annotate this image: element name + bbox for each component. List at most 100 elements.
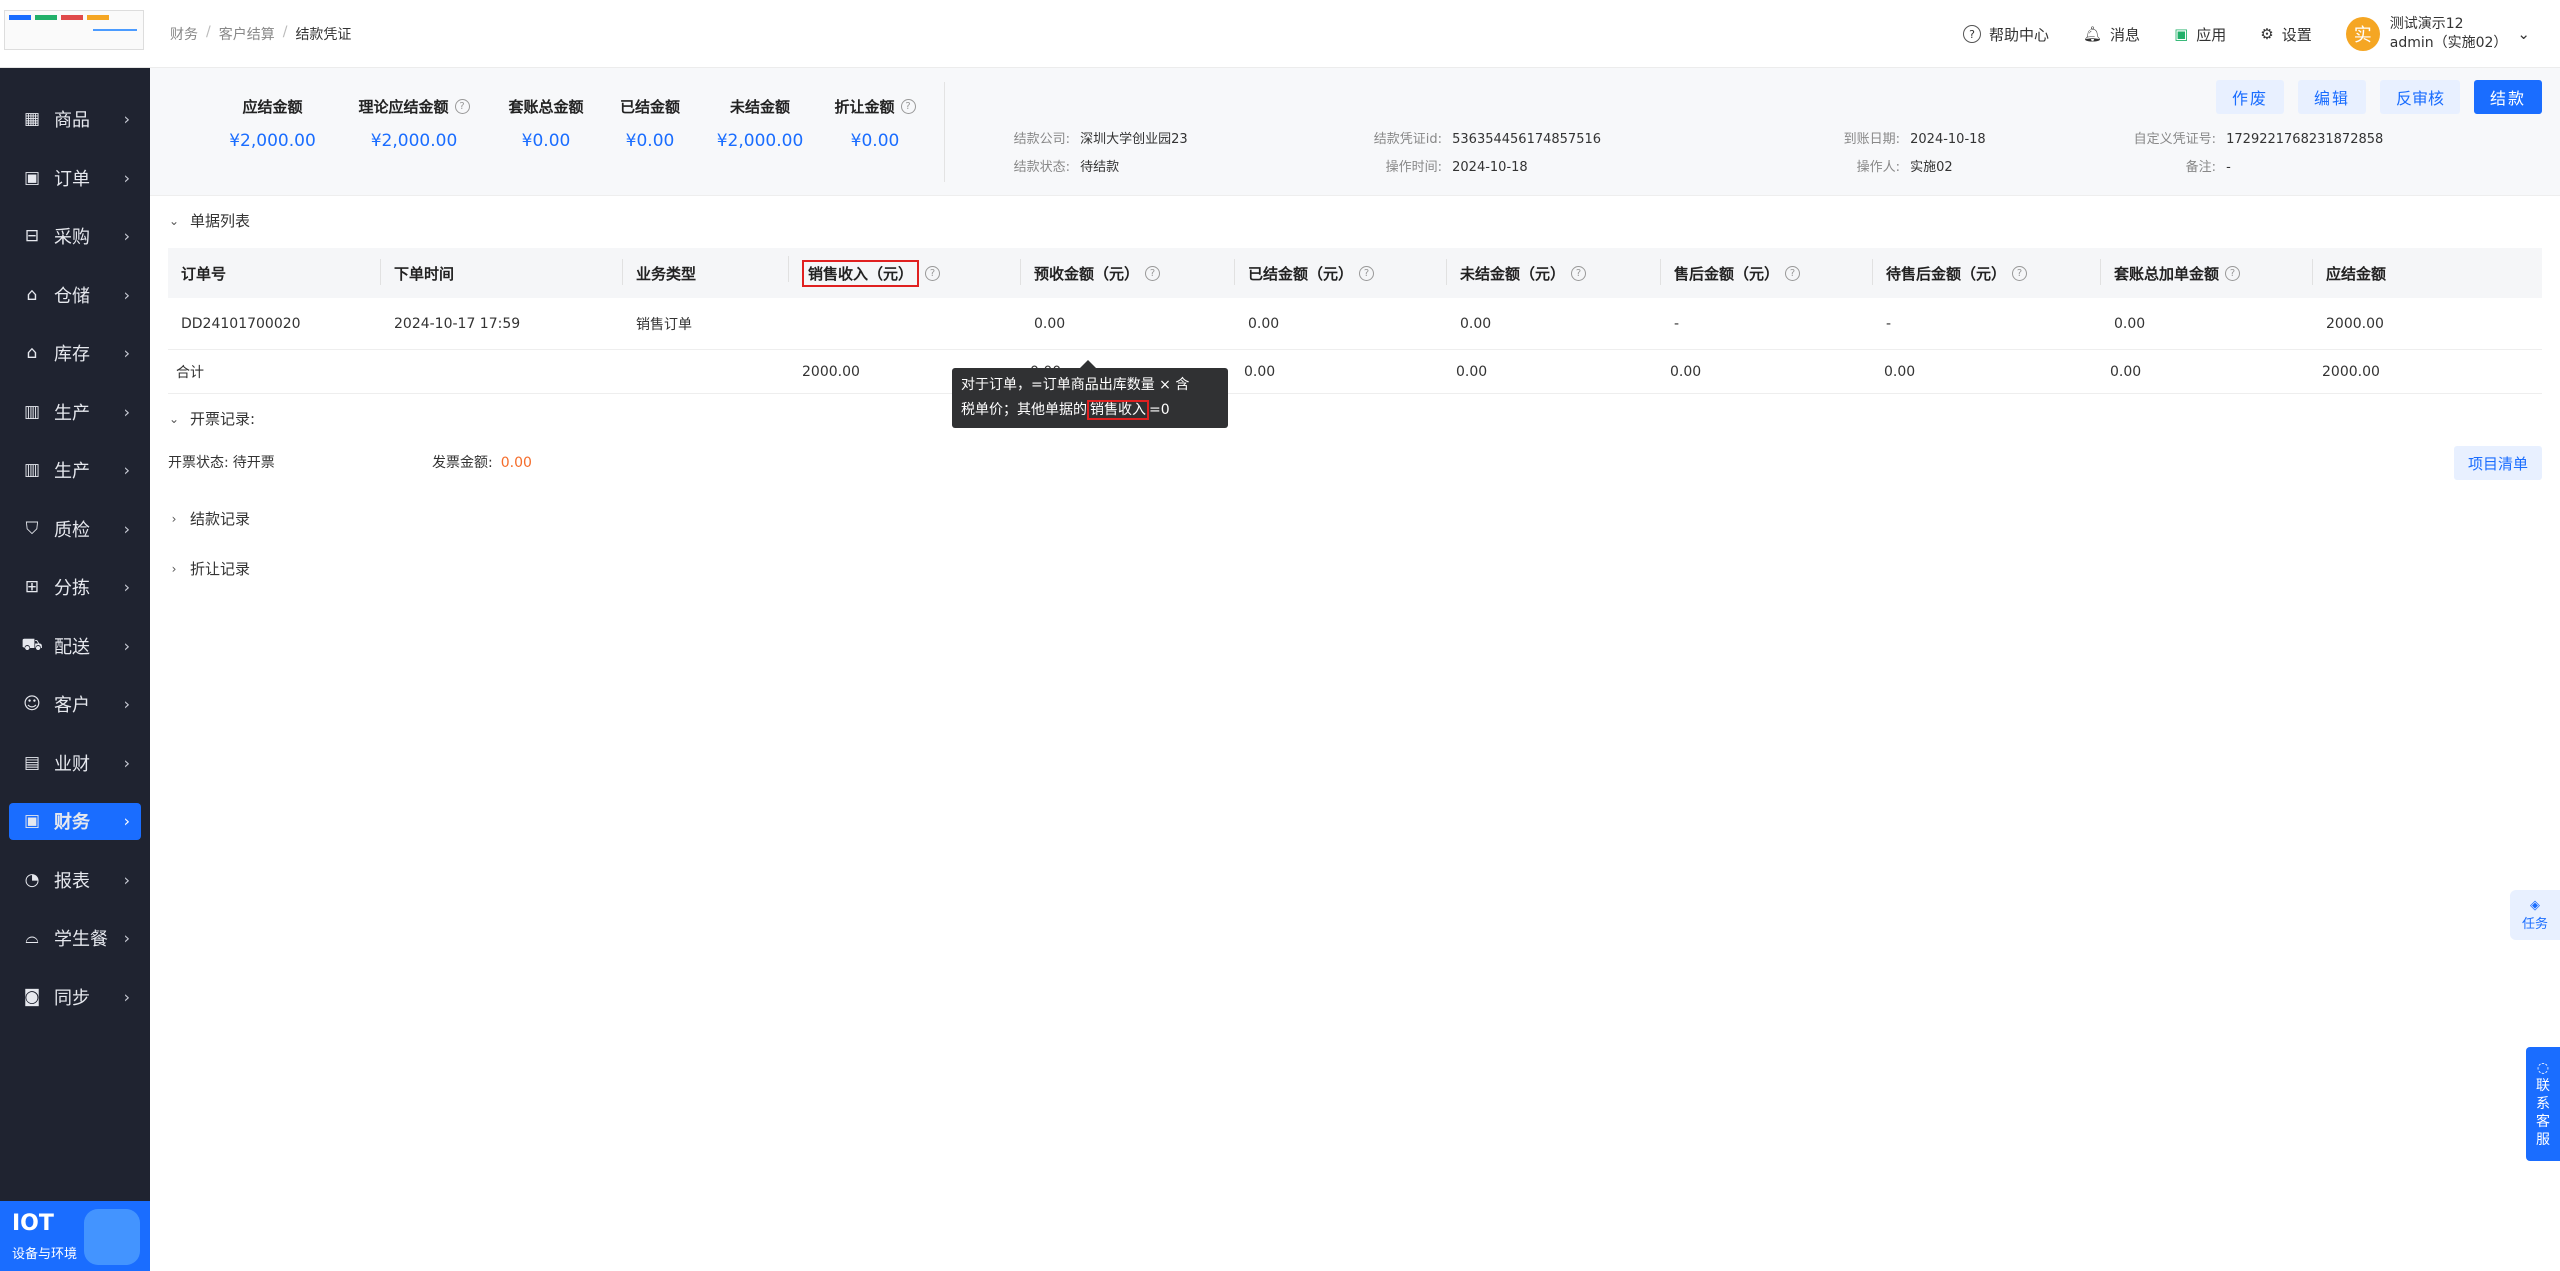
invoice-toggle[interactable]: ⌄ 开票记录:	[168, 408, 255, 429]
sidebar-item-business-finance[interactable]: ▤ 业财 ›	[0, 734, 150, 793]
settle-records-toggle[interactable]: › 结款记录	[168, 508, 250, 529]
sidebar-item-purchase[interactable]: ⊟ 采购 ›	[0, 207, 150, 266]
invoice-status: 开票状态: 待开票	[168, 455, 275, 471]
sidebar-item-production[interactable]: ▥ 生产 ›	[0, 383, 150, 442]
help-center-label: 帮助中心	[1988, 25, 2049, 44]
sidebar-item-sync[interactable]: ◙ 同步 ›	[0, 968, 150, 1027]
help-icon[interactable]: ?	[1571, 265, 1587, 281]
inventory-icon: ⌂	[26, 343, 38, 364]
help-icon[interactable]: ?	[1785, 265, 1801, 281]
breadcrumb-separator: /	[282, 24, 288, 40]
sidebar-item-label: 学生餐	[54, 929, 108, 951]
breadcrumb-customer-settlement[interactable]: 客户结算	[219, 24, 275, 44]
help-icon[interactable]: ?	[2012, 265, 2028, 281]
cell-settled: 0.00	[1248, 315, 1280, 332]
chevron-right-icon: ›	[123, 402, 130, 422]
help-center-button[interactable]: ? 帮助中心	[1962, 24, 2049, 45]
sidebar-item-reports[interactable]: ◔ 报表 ›	[0, 851, 150, 910]
cell-pending-after-sale: -	[1886, 315, 1892, 332]
sidebar-item-orders[interactable]: ▣ 订单 ›	[0, 149, 150, 208]
warehouse-icon: ⌂	[26, 284, 38, 305]
service-char: 服	[2536, 1132, 2550, 1148]
chevron-down-icon: ⌄	[168, 213, 180, 228]
task-float-button[interactable]: ◈ 任务	[2510, 890, 2560, 940]
help-icon[interactable]: ?	[1359, 265, 1375, 281]
breadcrumb-current: 结款凭证	[295, 27, 352, 43]
apps-icon: ▣	[2174, 25, 2189, 43]
sidebar-item-warehouse[interactable]: ⌂ 仓储 ›	[0, 266, 150, 325]
sidebar-item-label: 商品	[54, 110, 90, 132]
sidebar-item-quality[interactable]: ⛉ 质检 ›	[0, 500, 150, 559]
highlight-box: 销售收入（元）	[802, 259, 920, 287]
unapprove-button[interactable]: 反审核	[2379, 80, 2460, 114]
sidebar-item-label: 采购	[54, 227, 90, 249]
total-label: 合计	[176, 364, 204, 381]
sidebar-item-finance[interactable]: ▣ 财务 ›	[0, 792, 150, 851]
settings-label: 设置	[2281, 25, 2312, 44]
info-custom-voucher: 自定义凭证号: 1729221768231872858	[2133, 132, 2384, 147]
sidebar-item-student-meal[interactable]: ⌓ 学生餐 ›	[0, 909, 150, 968]
col-business-type: 业务类型	[622, 258, 802, 285]
help-icon: ?	[1962, 25, 1981, 43]
edit-button[interactable]: 编辑	[2297, 80, 2366, 114]
settle-records-title: 结款记录	[190, 510, 251, 528]
total-unsettled: 0.00	[1456, 363, 1488, 380]
user-icon: ☺	[23, 694, 41, 715]
cell-ledger-add: 0.00	[2114, 315, 2146, 332]
doc-list-toggle[interactable]: ⌄ 单据列表	[168, 210, 250, 231]
sidebar-nav: ▦ 商品 › ▣ 订单 › ⊟ 采购 › ⌂ 仓储 › ⌂ 库存 › ▥ 生产 …	[0, 90, 150, 1026]
metric-value: ¥2,000.00	[370, 131, 458, 151]
col-ledger-add: 套账总加单金额?	[2100, 258, 2326, 285]
chevron-down-icon: ⌄	[168, 411, 180, 426]
metric-label: 应结金额	[242, 98, 303, 116]
sidebar-item-production-2[interactable]: ▥ 生产 ›	[0, 441, 150, 500]
help-icon[interactable]: ?	[900, 99, 916, 114]
settings-button[interactable]: ⚙ 设置	[2260, 24, 2311, 45]
chevron-right-icon: ›	[123, 811, 130, 831]
help-icon[interactable]: ?	[925, 265, 941, 281]
cell-order-no[interactable]: DD24101700020	[168, 316, 394, 332]
chevron-right-icon: ›	[171, 511, 177, 526]
sidebar-item-sorting[interactable]: ⊞ 分拣 ›	[0, 558, 150, 617]
apps-button[interactable]: ▣ 应用	[2174, 24, 2226, 45]
sidebar-item-label: 生产	[54, 461, 90, 483]
breadcrumb-finance[interactable]: 财务	[170, 24, 198, 44]
info-status: 结款状态: 待结款	[1013, 160, 1120, 175]
sidebar-item-label: 配送	[54, 636, 90, 658]
grid-icon: ▦	[23, 109, 41, 130]
info-arrival-date: 到账日期: 2024-10-18	[1843, 132, 1986, 147]
cloud-icon	[84, 1209, 140, 1265]
iot-subtitle: 设备与环境	[12, 1247, 78, 1262]
help-icon[interactable]: ?	[2225, 265, 2241, 281]
void-button[interactable]: 作废	[2215, 80, 2284, 114]
col-prepaid: 预收金额（元）?	[1020, 258, 1248, 285]
settle-button[interactable]: 结款	[2473, 80, 2542, 114]
col-pending-after-sale: 待售后金额（元）?	[1872, 258, 2114, 285]
service-char: 联	[2536, 1078, 2550, 1094]
total-payable: 2000.00	[2322, 363, 2380, 380]
chat-icon: ◌	[2536, 1060, 2550, 1076]
total-ledger-add: 0.00	[2110, 363, 2142, 380]
metric-value: ¥2,000.00	[229, 131, 316, 151]
discount-records-toggle[interactable]: › 折让记录	[168, 558, 250, 579]
help-icon[interactable]: ?	[454, 99, 470, 114]
sidebar-item-goods[interactable]: ▦ 商品 ›	[0, 90, 150, 149]
sidebar-item-label: 财务	[54, 812, 90, 834]
sidebar-item-label: 业财	[54, 753, 90, 775]
messages-button[interactable]: 🔔︎ 消息	[2083, 24, 2140, 45]
project-list-button[interactable]: 项目清单	[2453, 446, 2542, 480]
breadcrumb: 财务 / 客户结算 / 结款凭证	[170, 24, 351, 44]
help-icon[interactable]: ?	[1145, 265, 1161, 281]
invoice-amount: 发票金额: 0.00	[432, 455, 532, 471]
sidebar-item-delivery[interactable]: ⛟ 配送 ›	[0, 617, 150, 676]
user-menu[interactable]: 实 测试演示12 admin（实施02） ⌄	[2345, 15, 2530, 53]
contact-service-button[interactable]: ◌ 联 系 客 服	[2526, 1047, 2560, 1161]
sidebar-item-label: 质检	[54, 519, 90, 541]
chevron-right-icon: ›	[123, 519, 130, 539]
chevron-right-icon: ›	[123, 753, 130, 773]
iot-banner[interactable]: IOT 设备与环境	[0, 1201, 150, 1271]
factory-icon: ▥	[23, 460, 41, 481]
sidebar-item-customer[interactable]: ☺ 客户 ›	[0, 675, 150, 734]
sidebar-item-inventory[interactable]: ⌂ 库存 ›	[0, 324, 150, 383]
chevron-right-icon: ›	[123, 694, 130, 714]
